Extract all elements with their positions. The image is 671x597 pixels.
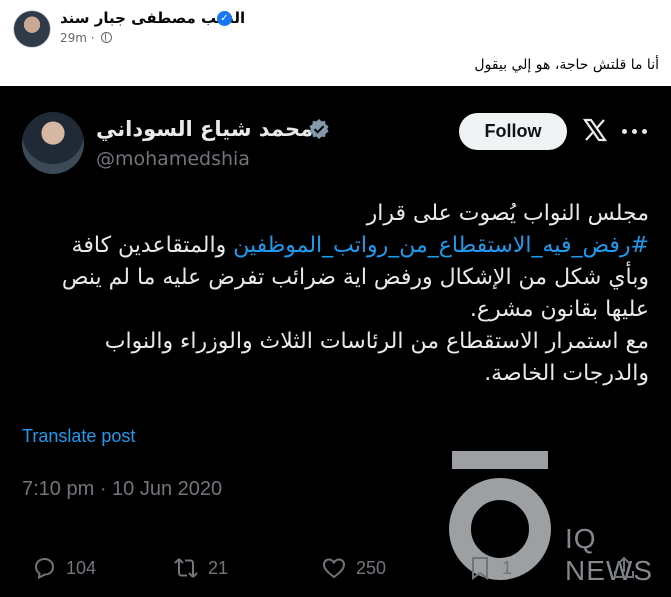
globe-icon [101,32,113,43]
tweet-line: مجلس النواب يُصوت على قرار [366,201,649,226]
share-icon [614,556,634,578]
tweet-line: وبأي شكل من الإشكال ورفض اية ضرائب تفرض … [61,265,649,290]
repost-icon [174,558,198,578]
tweet-line: مع استمرار الاستقطاع من الرئاسات الثلاث … [104,329,649,354]
share-button[interactable] [610,554,638,582]
tweet-line: والدرجات الخاصة. [484,361,649,386]
post-meta: 29m · [60,31,113,45]
tweet-line-text: والمتقاعدين كافة [71,233,234,258]
verified-badge-icon [309,119,329,139]
bookmark-count: 1 [502,557,513,578]
embedded-tweet: محمد شياع السوداني @mohamedshia Follow م… [0,86,671,597]
heart-icon [322,558,346,579]
post-time[interactable]: 29m [60,31,87,45]
repost-count: 21 [208,557,229,578]
tweet-timestamp[interactable]: 7:10 pm · 10 Jun 2020 [22,478,222,501]
hashtag-link[interactable]: #رفض_فيه_الاستقطاع_من_رواتب_الموظفين [233,233,649,258]
tweet-line: عليها بقانون مشرع. [469,297,649,322]
post-caption: أنا ما قلتش حاجة، هو إلي بيقول [474,57,659,73]
more-options-icon[interactable] [622,129,648,135]
meta-separator: · [90,31,95,45]
verified-badge-icon: ✓ [217,11,232,26]
reply-count: 104 [66,557,97,578]
follow-button[interactable]: Follow [459,113,567,150]
translate-post-link[interactable]: Translate post [22,426,135,447]
repost-button[interactable]: 21 [172,554,228,582]
author-avatar[interactable] [13,10,51,48]
like-count: 250 [356,557,387,578]
facebook-post-header: النائب مصطفى جبار سند ✓ 29m · أنا ما قلت… [0,0,671,86]
bookmark-icon [472,557,488,580]
tweet-author-avatar[interactable] [22,112,84,174]
tweet-author-name[interactable]: محمد شياع السوداني [96,117,313,141]
x-logo-icon[interactable] [582,117,608,143]
bookmark-button[interactable]: 1 [466,554,512,582]
like-button[interactable]: 250 [320,554,386,582]
reply-icon [34,557,55,580]
tweet-line: #رفض_فيه_الاستقطاع_من_رواتب_الموظفين وال… [19,230,649,262]
reply-button[interactable]: 104 [30,554,96,582]
tweet-text: مجلس النواب يُصوت على قرار #رفض_فيه_الاس… [19,198,649,390]
tweet-author-handle[interactable]: @mohamedshia [96,148,250,170]
